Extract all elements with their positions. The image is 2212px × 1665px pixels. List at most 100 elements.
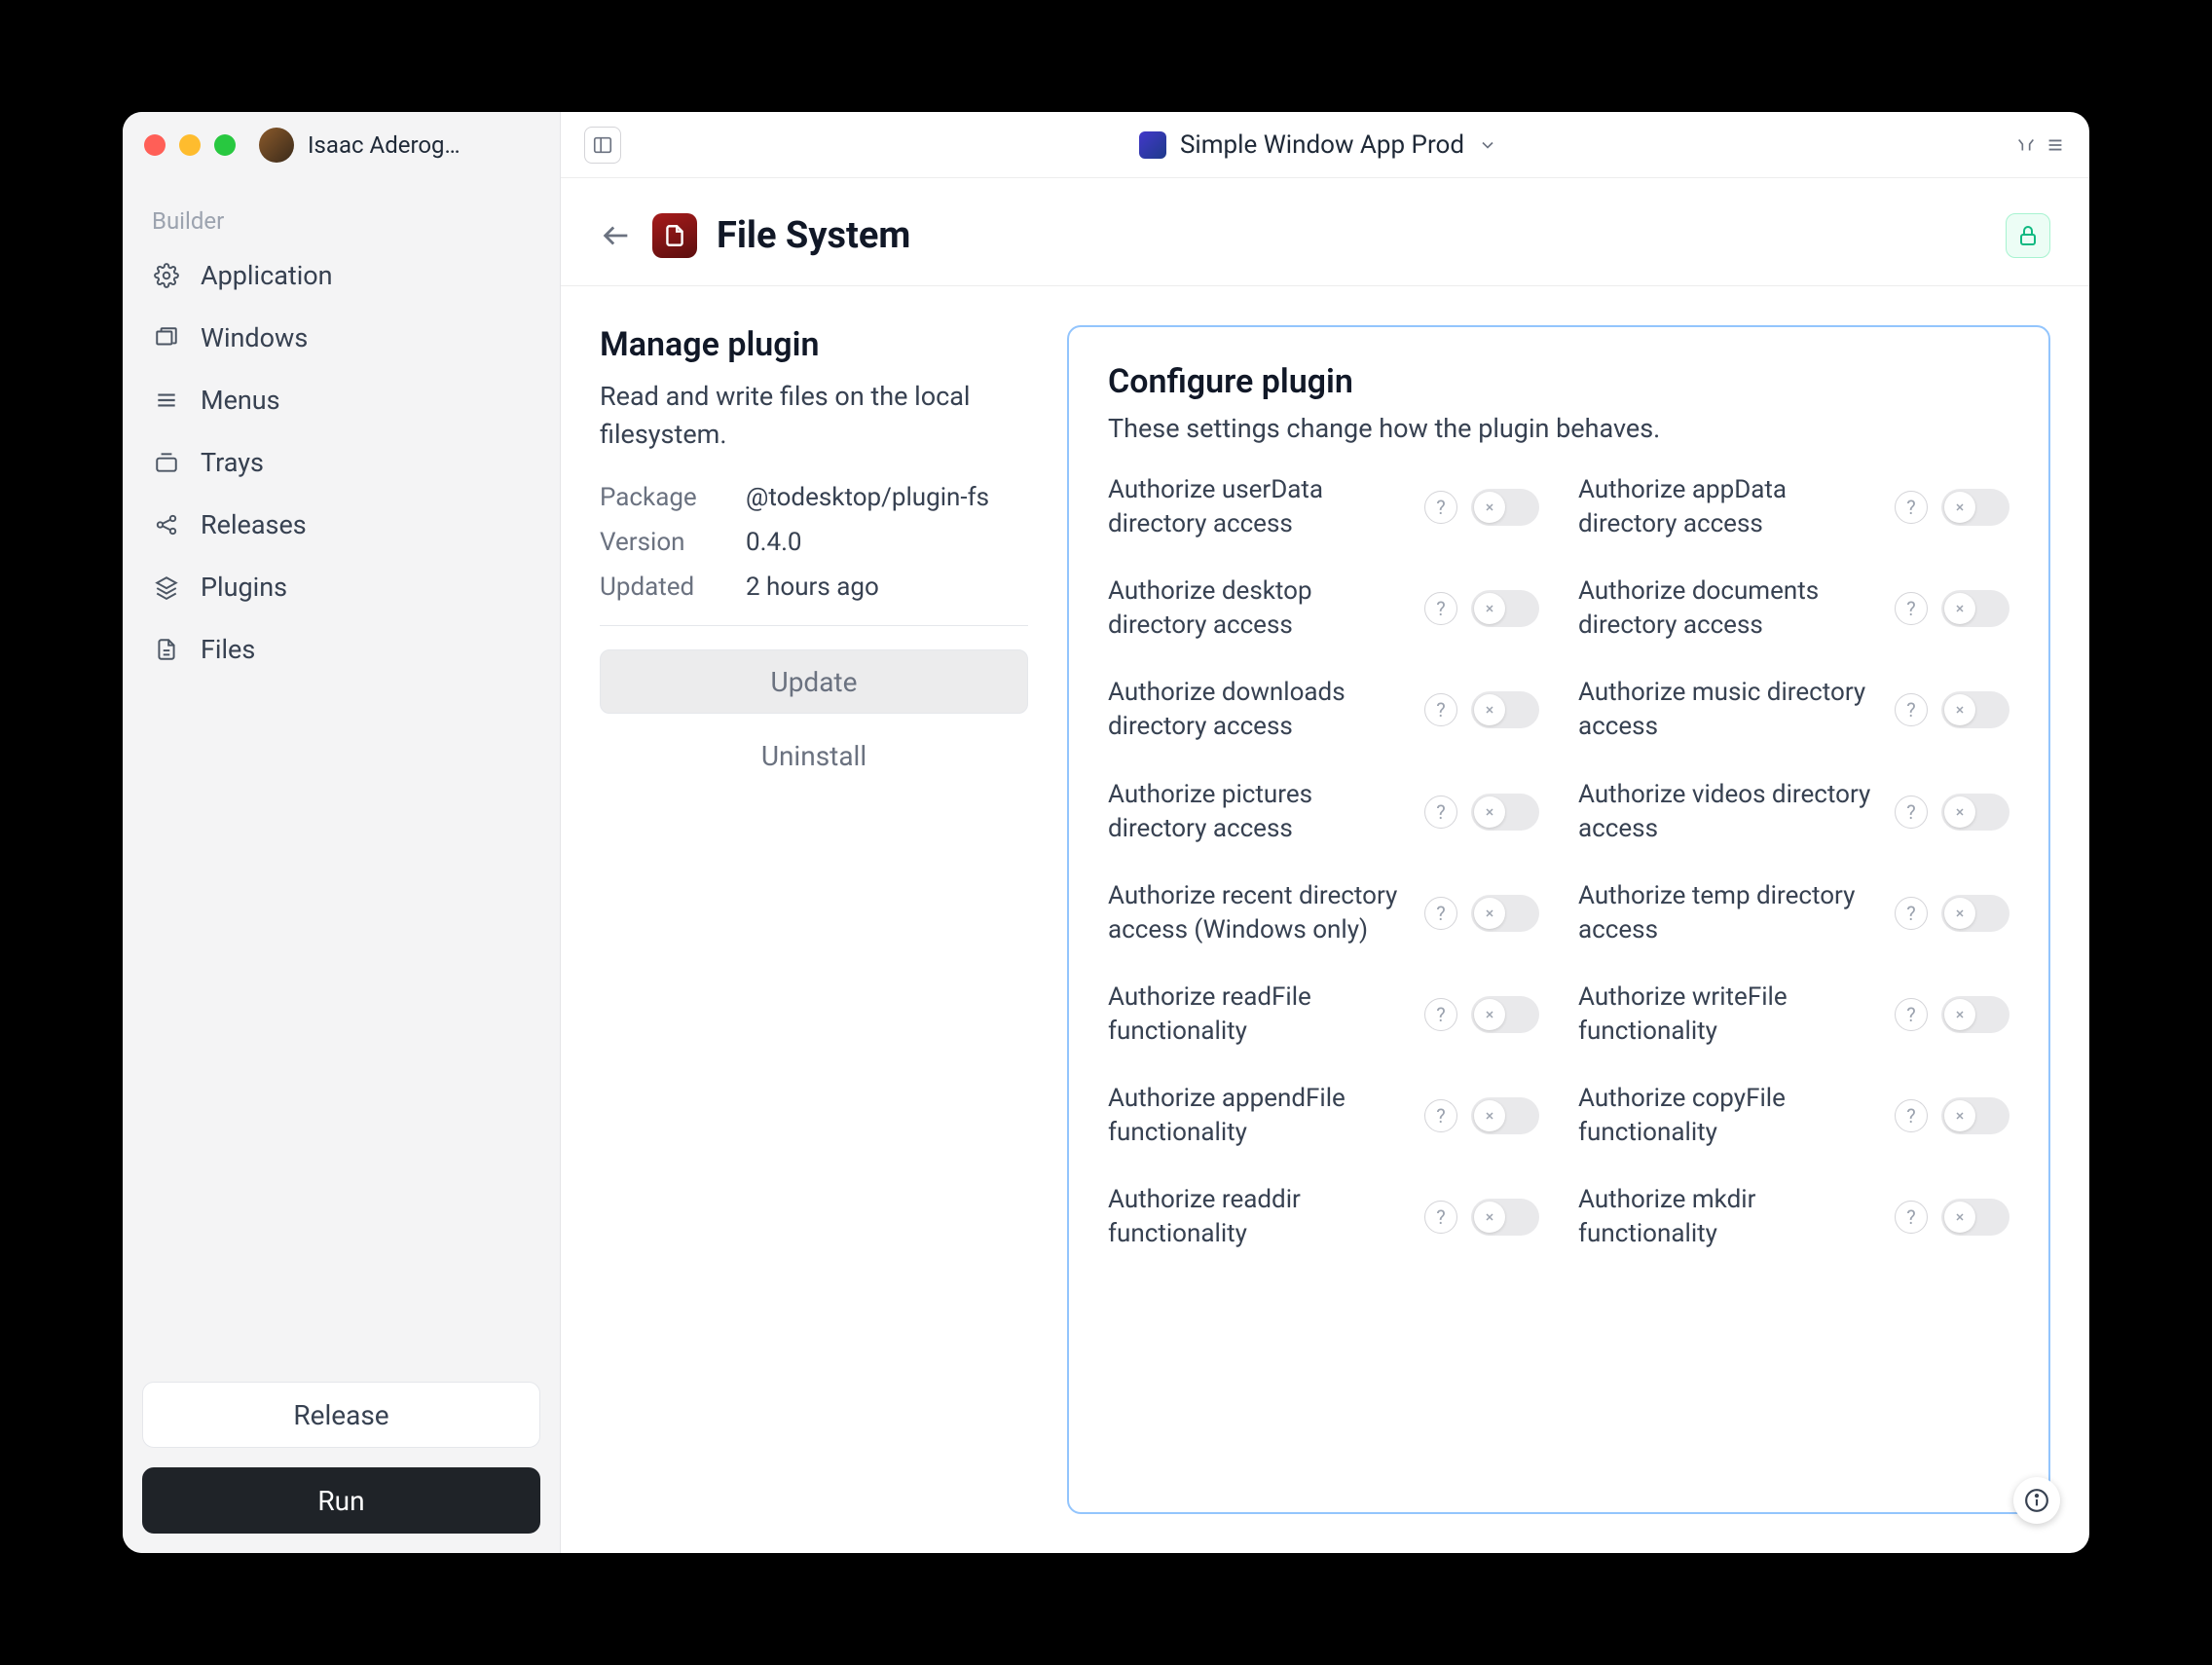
- filter-icon[interactable]: [2015, 134, 2037, 156]
- toggle-knob: [1474, 898, 1505, 929]
- setting-row: Authorize documents directory access?: [1578, 574, 2009, 643]
- setting-label: Authorize mkdir functionality: [1578, 1183, 1881, 1251]
- toggle-knob: [1474, 492, 1505, 523]
- sidebar-footer: Release Run: [123, 1362, 560, 1553]
- setting-row: Authorize videos directory access?: [1578, 778, 2009, 846]
- help-icon[interactable]: ?: [1895, 693, 1928, 726]
- help-icon[interactable]: ?: [1424, 897, 1457, 930]
- traffic-lights: [144, 134, 236, 156]
- setting-toggle[interactable]: [1941, 895, 2009, 932]
- setting-row: Authorize music directory access?: [1578, 676, 2009, 744]
- sidebar-item-menus[interactable]: Menus: [123, 369, 560, 431]
- setting-row: Authorize readdir functionality?: [1108, 1183, 1539, 1251]
- titlebar: Isaac Aderog…: [123, 112, 560, 178]
- list-icon[interactable]: [2045, 134, 2066, 156]
- setting-label: Authorize videos directory access: [1578, 778, 1881, 846]
- setting-label: Authorize appendFile functionality: [1108, 1082, 1411, 1150]
- setting-row: Authorize recent directory access (Windo…: [1108, 879, 1539, 947]
- back-button[interactable]: [600, 219, 633, 252]
- help-icon[interactable]: ?: [1424, 491, 1457, 524]
- app-switcher[interactable]: Simple Window App Prod: [641, 130, 1996, 160]
- setting-label: Authorize userData directory access: [1108, 473, 1411, 541]
- help-icon[interactable]: ?: [1895, 592, 1928, 625]
- lock-button[interactable]: [2006, 213, 2050, 258]
- toggle-knob: [1944, 1100, 1975, 1131]
- sidebar-item-trays[interactable]: Trays: [123, 431, 560, 494]
- setting-toggle[interactable]: [1941, 794, 2009, 831]
- info-button[interactable]: [2013, 1477, 2060, 1524]
- configure-panel: Configure plugin These settings change h…: [1067, 325, 2050, 1514]
- setting-toggle[interactable]: [1471, 794, 1539, 831]
- setting-toggle[interactable]: [1941, 1199, 2009, 1236]
- uninstall-button[interactable]: Uninstall: [600, 723, 1028, 788]
- help-icon[interactable]: ?: [1895, 491, 1928, 524]
- help-icon[interactable]: ?: [1424, 998, 1457, 1031]
- toggle-knob: [1944, 999, 1975, 1030]
- setting-toggle[interactable]: [1471, 996, 1539, 1033]
- minimize-window-button[interactable]: [179, 134, 201, 156]
- configure-heading: Configure plugin: [1108, 362, 2009, 401]
- share-icon: [152, 512, 181, 537]
- help-icon[interactable]: ?: [1895, 1201, 1928, 1234]
- toggle-knob: [1944, 898, 1975, 929]
- update-button[interactable]: Update: [600, 649, 1028, 714]
- help-icon[interactable]: ?: [1424, 796, 1457, 829]
- topbar-right: [2015, 134, 2066, 156]
- sidebar-item-application[interactable]: Application: [123, 244, 560, 307]
- app-title: Simple Window App Prod: [1180, 130, 1464, 160]
- release-button[interactable]: Release: [142, 1382, 540, 1448]
- setting-row: Authorize pictures directory access?: [1108, 778, 1539, 846]
- sidebar-item-label: Releases: [201, 509, 307, 540]
- help-icon[interactable]: ?: [1895, 897, 1928, 930]
- help-icon[interactable]: ?: [1424, 1201, 1457, 1234]
- setting-row: Authorize appData directory access?: [1578, 473, 2009, 541]
- setting-toggle[interactable]: [1471, 1097, 1539, 1134]
- toggle-knob: [1474, 593, 1505, 624]
- maximize-window-button[interactable]: [214, 134, 236, 156]
- gear-icon: [152, 263, 181, 288]
- page-header: File System: [561, 178, 2089, 286]
- configure-description: These settings change how the plugin beh…: [1108, 413, 2009, 444]
- setting-toggle[interactable]: [1471, 895, 1539, 932]
- setting-label: Authorize documents directory access: [1578, 574, 1881, 643]
- setting-toggle[interactable]: [1471, 590, 1539, 627]
- topbar: Simple Window App Prod: [561, 112, 2089, 178]
- help-icon[interactable]: ?: [1424, 592, 1457, 625]
- page-title: File System: [717, 214, 910, 257]
- meta-label: Version: [600, 528, 746, 557]
- setting-toggle[interactable]: [1941, 691, 2009, 728]
- sidebar-toggle-button[interactable]: [584, 127, 621, 164]
- setting-toggle[interactable]: [1941, 996, 2009, 1033]
- setting-label: Authorize copyFile functionality: [1578, 1082, 1881, 1150]
- sidebar-item-releases[interactable]: Releases: [123, 494, 560, 556]
- manage-heading: Manage plugin: [600, 325, 1028, 364]
- setting-row: Authorize readFile functionality?: [1108, 980, 1539, 1049]
- sidebar: Isaac Aderog… Builder Application Window…: [123, 112, 561, 1553]
- help-icon[interactable]: ?: [1424, 1099, 1457, 1132]
- toggle-knob: [1474, 694, 1505, 725]
- setting-toggle[interactable]: [1941, 1097, 2009, 1134]
- setting-toggle[interactable]: [1471, 1199, 1539, 1236]
- setting-row: Authorize mkdir functionality?: [1578, 1183, 2009, 1251]
- sidebar-item-plugins[interactable]: Plugins: [123, 556, 560, 618]
- main-panel: Simple Window App Prod File S: [561, 112, 2089, 1553]
- setting-toggle[interactable]: [1471, 489, 1539, 526]
- setting-label: Authorize temp directory access: [1578, 879, 1881, 947]
- setting-toggle[interactable]: [1471, 691, 1539, 728]
- run-button[interactable]: Run: [142, 1467, 540, 1534]
- meta-version: Version 0.4.0: [600, 528, 1028, 557]
- avatar[interactable]: [259, 128, 294, 163]
- help-icon[interactable]: ?: [1895, 1099, 1928, 1132]
- help-icon[interactable]: ?: [1895, 998, 1928, 1031]
- sidebar-item-windows[interactable]: Windows: [123, 307, 560, 369]
- help-icon[interactable]: ?: [1424, 693, 1457, 726]
- setting-toggle[interactable]: [1941, 590, 2009, 627]
- close-window-button[interactable]: [144, 134, 166, 156]
- divider: [600, 625, 1028, 626]
- chevron-down-icon: [1478, 135, 1497, 155]
- sidebar-item-files[interactable]: Files: [123, 618, 560, 681]
- setting-row: Authorize writeFile functionality?: [1578, 980, 2009, 1049]
- help-icon[interactable]: ?: [1895, 796, 1928, 829]
- setting-toggle[interactable]: [1941, 489, 2009, 526]
- setting-label: Authorize readdir functionality: [1108, 1183, 1411, 1251]
